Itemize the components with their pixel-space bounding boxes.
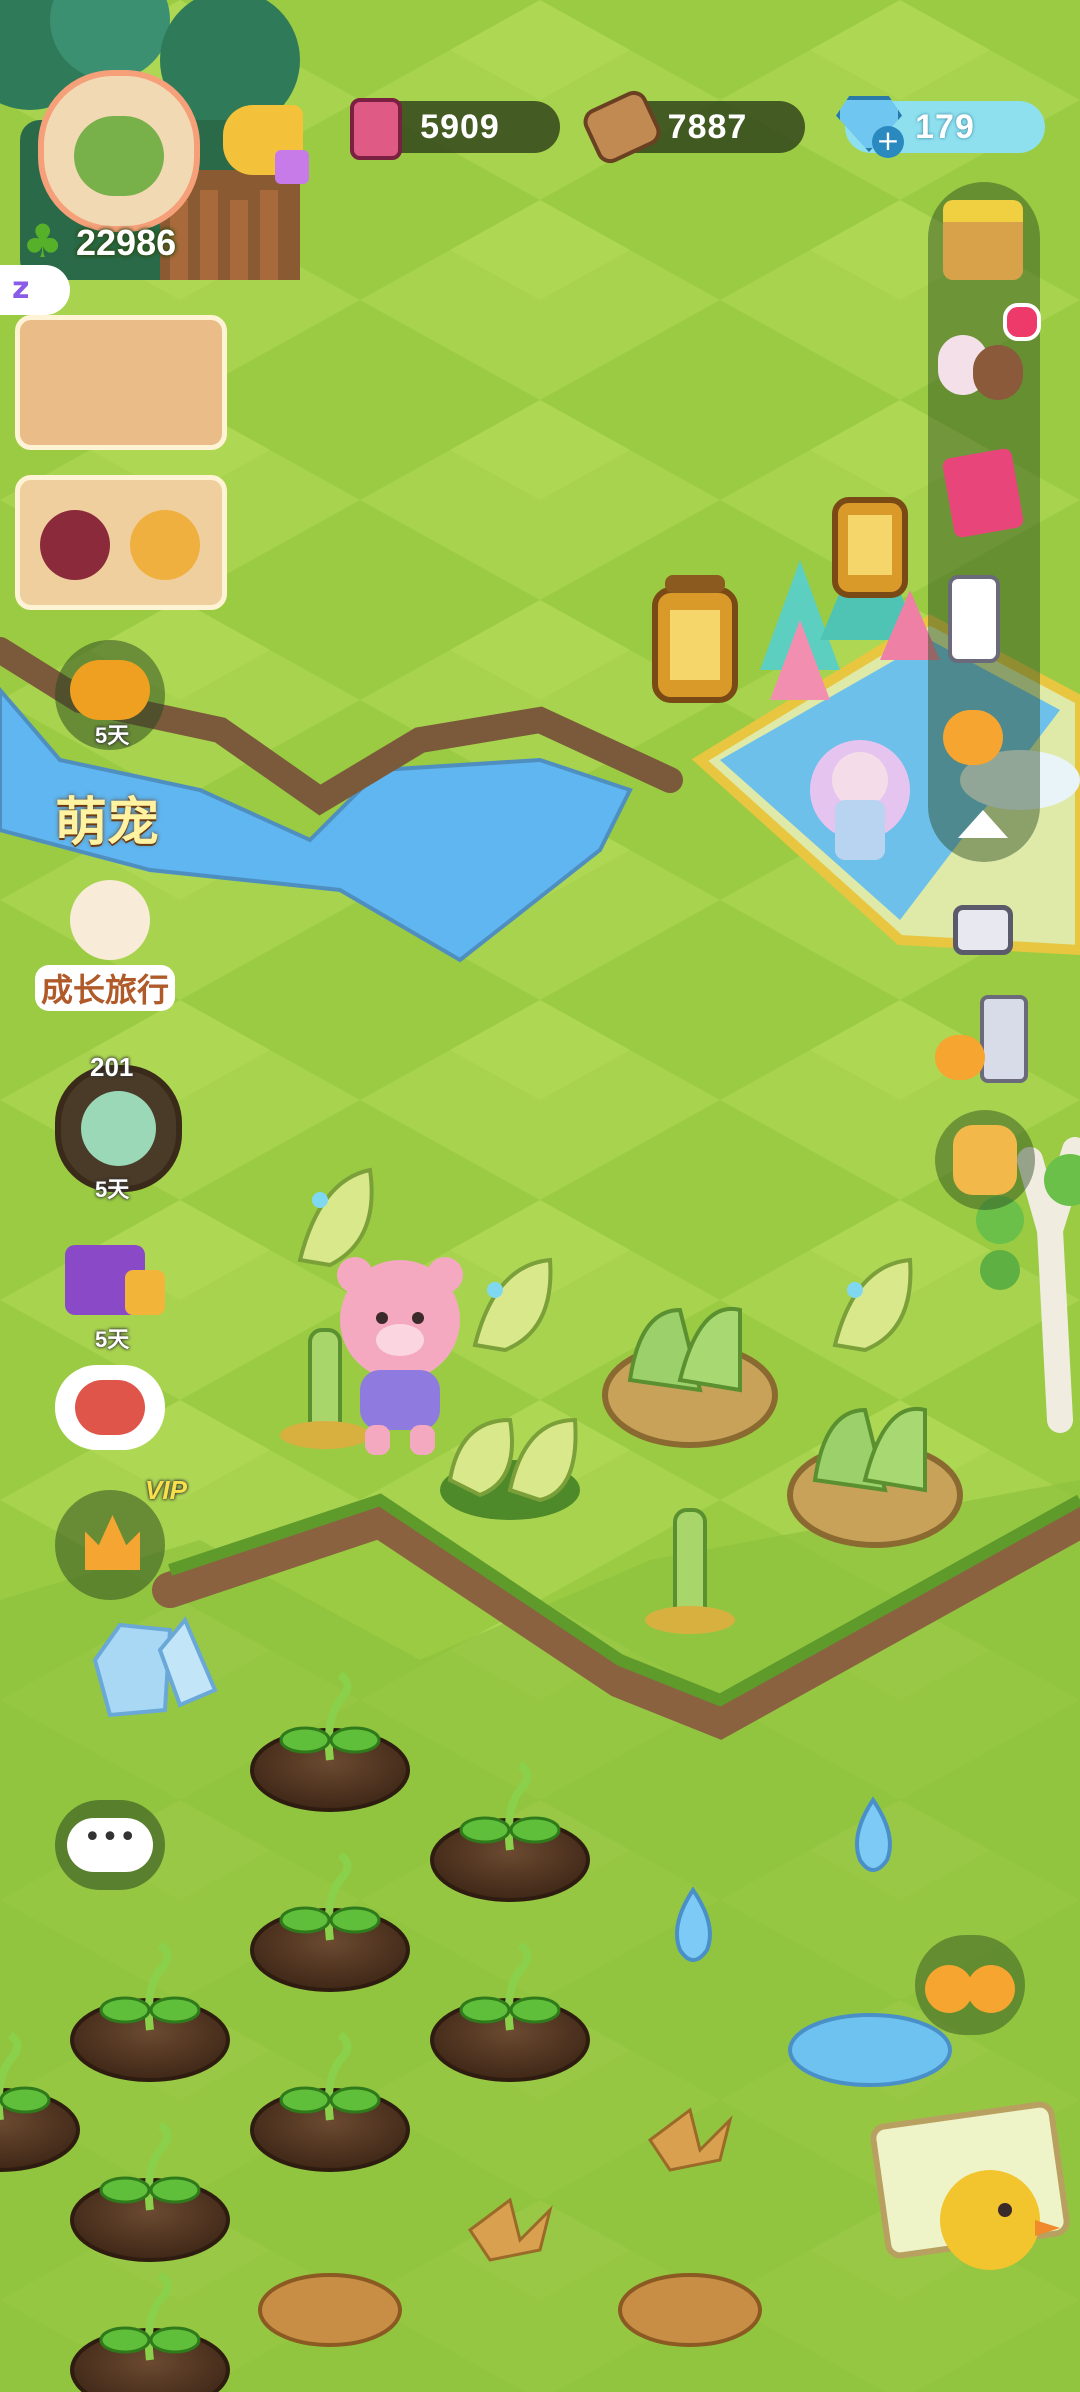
- wood-value: 7887: [667, 108, 748, 146]
- phone-button[interactable]: [935, 990, 1035, 1085]
- event-pumpkin-days: 5天: [95, 723, 130, 748]
- pumpkin-icon: [70, 660, 150, 720]
- cleaning-button[interactable]: [938, 690, 1028, 780]
- straw-pile[interactable]: [618, 2273, 762, 2347]
- friends-notification-dot: [1003, 303, 1041, 341]
- vip-button[interactable]: [55, 1490, 165, 1600]
- journey-button[interactable]: 成长旅行: [35, 880, 185, 1020]
- book-button[interactable]: [938, 447, 1028, 539]
- phone-icon: [980, 995, 1028, 1083]
- diver-icon: [75, 1380, 145, 1435]
- ink-bottle-icon: [350, 98, 402, 160]
- ink-value: 5909: [420, 108, 500, 146]
- remote-icon: [948, 575, 1000, 663]
- gift-box-button[interactable]: [55, 1225, 170, 1325]
- lantern: [832, 497, 908, 598]
- sheep-icon: [70, 880, 150, 960]
- add-gems-button[interactable]: +: [872, 126, 904, 158]
- pet-button[interactable]: 萌宠: [55, 780, 159, 855]
- diving-event-button[interactable]: [55, 1365, 165, 1450]
- vip-label: VIP: [145, 1475, 187, 1505]
- plant-orb-icon: [81, 1091, 156, 1166]
- duck-event-button[interactable]: [915, 1935, 1025, 2035]
- cleaning-icon: [943, 710, 1003, 765]
- camera-button[interactable]: [948, 895, 1018, 965]
- backpack-icon: [953, 1125, 1017, 1195]
- notification-tab[interactable]: z: [0, 265, 70, 315]
- collapse-arrow-icon: [958, 810, 1008, 838]
- avatar: [74, 116, 164, 196]
- plant-event-days: 5天: [95, 1177, 130, 1202]
- camera-icon: [953, 905, 1013, 955]
- player-avatar[interactable]: [38, 70, 200, 232]
- plant-event-count: 201: [90, 1052, 134, 1082]
- clover-icon: ♣: [22, 214, 64, 268]
- book-icon: [941, 447, 1025, 539]
- remote-button[interactable]: [938, 570, 1028, 663]
- gift-box-days: 5天: [95, 1327, 130, 1352]
- duck-pair-icon: [925, 1965, 973, 2013]
- backpack-button[interactable]: [935, 1110, 1035, 1210]
- sleep-icon: z: [12, 271, 30, 306]
- gem-value: 179: [915, 108, 975, 146]
- event-banner-birds[interactable]: [15, 475, 227, 610]
- announcement-button[interactable]: [215, 95, 315, 195]
- shop-icon: [943, 200, 1023, 280]
- straw-pile[interactable]: [258, 2273, 402, 2347]
- gift-icon: [275, 150, 309, 184]
- crown-icon: [85, 1515, 140, 1570]
- shop-button[interactable]: [938, 195, 1028, 285]
- chat-bubble-icon: •••: [67, 1818, 153, 1872]
- pond: [788, 2013, 952, 2087]
- clover-count: 22986: [76, 222, 177, 263]
- chat-button[interactable]: •••: [55, 1800, 165, 1890]
- event-banner-town[interactable]: [15, 315, 227, 450]
- collapse-toolbar-button[interactable]: [948, 800, 1018, 850]
- lantern: [652, 575, 738, 703]
